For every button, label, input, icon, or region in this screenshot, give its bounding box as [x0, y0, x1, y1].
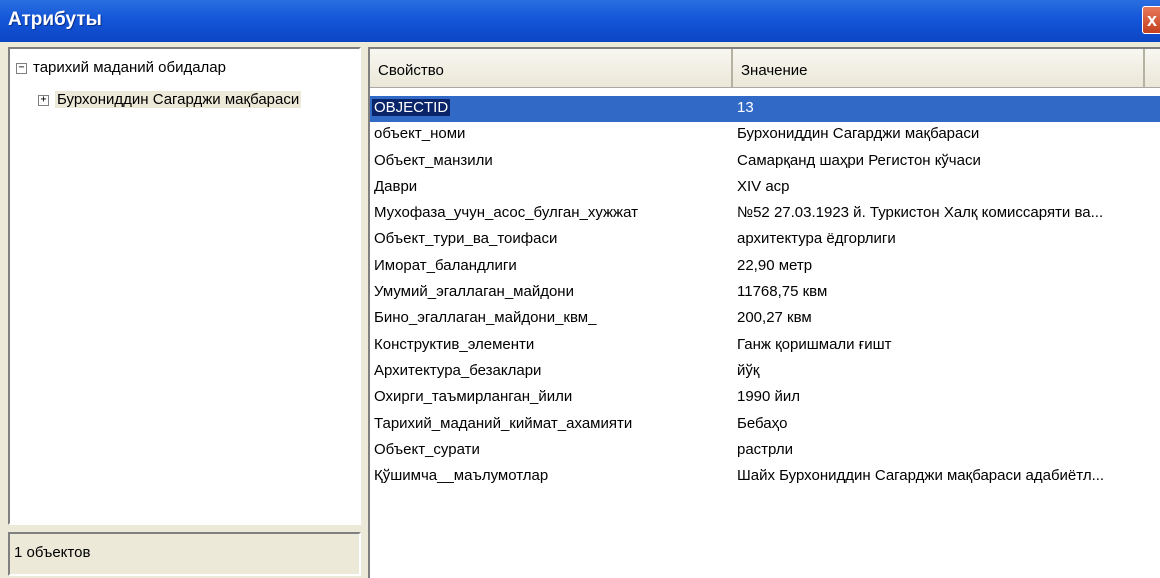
object-tree[interactable]: − тарихий маданий обидалар + Бурхониддин С…: [8, 47, 361, 525]
property-value: 1990 йил: [737, 388, 801, 406]
column-header-value[interactable]: Значение: [733, 49, 1145, 87]
property-value: XIV аср: [737, 177, 790, 195]
property-name: OBJECTID: [372, 99, 451, 116]
table-row[interactable]: объект_номи Бурхониддин Сагарджи мақбарас…: [370, 122, 1160, 148]
table-row[interactable]: Қўшимча__маълумотлар Шайх Бурхониддин Саг…: [370, 464, 1160, 490]
property-value: 200,27 квм: [737, 309, 812, 327]
property-value: 13: [737, 99, 754, 116]
property-name: Тарихий_маданий_киймат_ахамияти: [374, 414, 633, 432]
table-row[interactable]: Иморат_баландлиги 22,90 метр: [370, 254, 1160, 280]
property-name: Объект_сурати: [374, 440, 480, 458]
property-value: Бурхониддин Сагарджи мақбараси: [737, 125, 980, 143]
property-value: 22,90 метр: [737, 256, 813, 274]
table-row[interactable]: Мухофаза_учун_асос_булган_хужжат №52 27.0…: [370, 201, 1160, 227]
property-name: Умумий_эгаллаган_майдони: [374, 283, 574, 301]
title-bar[interactable]: Атрибуты x: [0, 0, 1160, 42]
table-row[interactable]: Объект_сурати растрли: [370, 438, 1160, 464]
table-row[interactable]: Архитектура_безаклари йўқ: [370, 359, 1160, 385]
table-row[interactable]: Конструктив_элементи Ганж қоришмали ғишт: [370, 333, 1160, 359]
property-name: Даври: [374, 177, 418, 195]
property-name: Объект_манзили: [374, 151, 493, 169]
property-name: Иморат_баландлиги: [374, 256, 517, 274]
property-name: объект_номи: [374, 125, 466, 143]
property-value: 11768,75 квм: [737, 283, 828, 301]
property-name: Объект_тури_ва_тоифаси: [374, 230, 558, 248]
close-button[interactable]: x: [1142, 6, 1160, 34]
close-icon: x: [1147, 10, 1158, 30]
property-name: Охирги_таъмирланган_йили: [374, 388, 573, 406]
attribute-table[interactable]: Свойство Значение OBJECTID 13 объект_номи Б…: [368, 47, 1160, 578]
property-value: Бебаҳо: [737, 414, 788, 432]
window-frame: − тарихий маданий обидалар + Бурхониддин С…: [0, 42, 1160, 578]
collapse-icon[interactable]: −: [16, 62, 27, 74]
property-value: №52 27.03.1923 й. Туркистон Халқ комисса…: [737, 204, 1104, 222]
tree-item-label: тарихий маданий обидалар: [33, 59, 226, 76]
table-header: Свойство Значение: [370, 49, 1160, 88]
table-row[interactable]: Даври XIV аср: [370, 175, 1160, 201]
property-value: Шайх Бурхониддин Сагарджи мақбараси адаб…: [737, 467, 1105, 485]
property-value: Ганж қоришмали ғишт: [737, 335, 892, 353]
column-header-filler: [1145, 49, 1160, 87]
table-row[interactable]: Умумий_эгаллаган_майдони 11768,75 квм: [370, 280, 1160, 306]
property-name: Мухофаза_учун_асос_булган_хужжат: [374, 204, 638, 222]
tree-item-root[interactable]: − тарихий маданий обидалар: [16, 59, 226, 81]
property-name: Қўшимча__маълумотлар: [374, 467, 549, 485]
property-name: Архитектура_безаклари: [374, 361, 542, 379]
property-name: Бино_эгаллаган_майдони_квм_: [374, 309, 597, 327]
tree-item-label: Бурхониддин Сагарджи мақбараси: [55, 91, 302, 108]
table-row[interactable]: Объект_манзили Самарқанд шаҳри Регистон к…: [370, 149, 1160, 175]
property-value: Самарқанд шаҳри Регистон кўчаси: [737, 151, 981, 169]
status-text: 1 объектов: [14, 544, 91, 561]
property-value: йўқ: [737, 361, 760, 379]
table-row[interactable]: Тарихий_маданий_киймат_ахамияти Бебаҳо: [370, 412, 1160, 438]
property-name: Конструктив_элементи: [374, 335, 535, 353]
tree-item-object[interactable]: + Бурхониддин Сагарджи мақбараси: [38, 91, 302, 113]
table-body: OBJECTID 13 объект_номи Бурхониддин Сагардж…: [370, 96, 1160, 490]
table-row[interactable]: Охирги_таъмирланган_йили 1990 йил: [370, 385, 1160, 411]
window-title: Атрибуты: [8, 9, 102, 30]
property-value: растрли: [737, 440, 794, 458]
column-header-property[interactable]: Свойство: [370, 49, 733, 87]
table-row[interactable]: OBJECTID 13: [370, 96, 1160, 123]
object-count-status: 1 объектов: [8, 532, 361, 576]
expand-icon[interactable]: +: [38, 94, 49, 106]
property-value: архитектура ёдгорлиги: [737, 230, 896, 248]
table-row[interactable]: Объект_тури_ва_тоифаси архитектура ёдгорл…: [370, 227, 1160, 253]
table-row[interactable]: Бино_эгаллаган_майдони_квм_ 200,27 квм: [370, 306, 1160, 332]
